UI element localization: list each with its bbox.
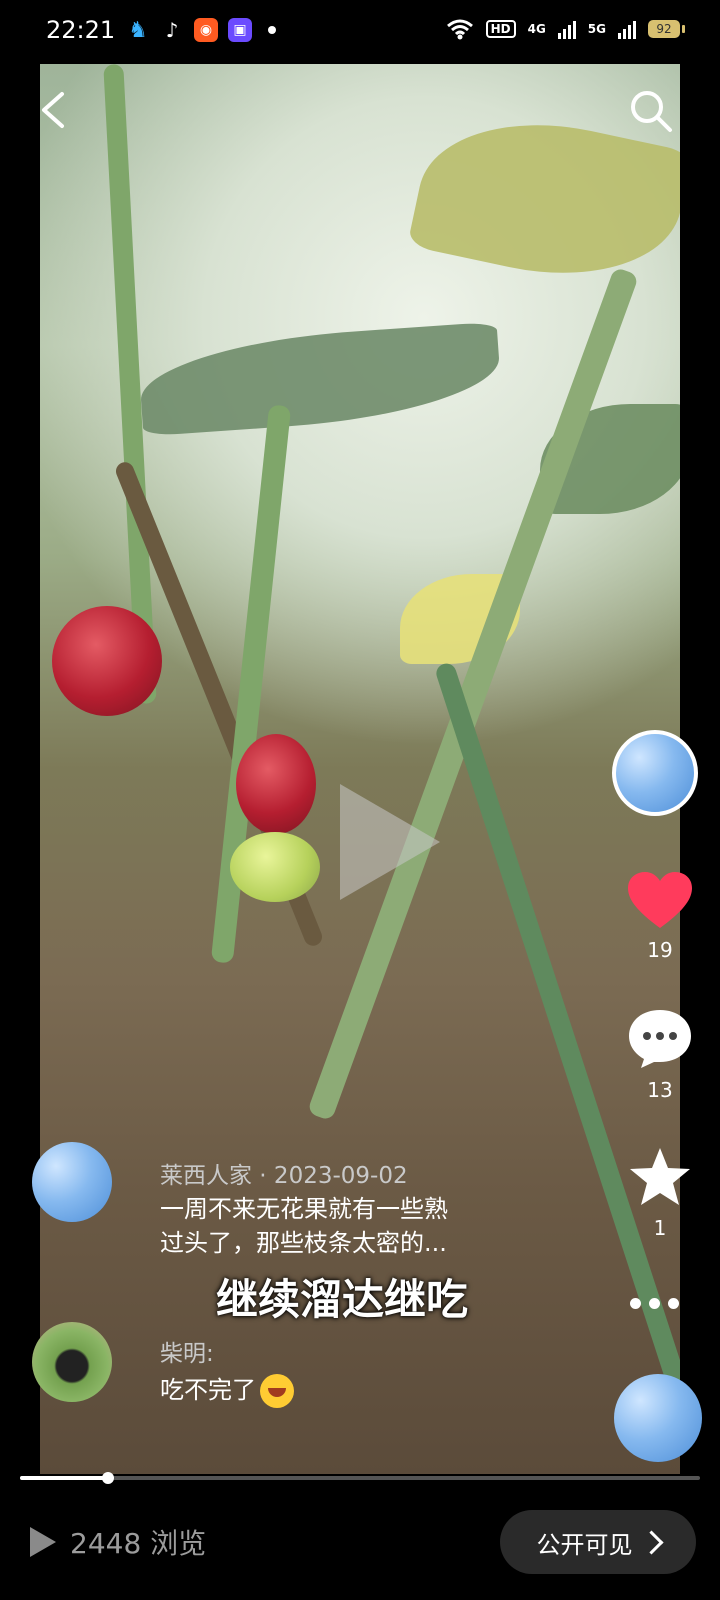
signal-4g-icon: [557, 19, 576, 39]
green-fig: [230, 832, 320, 902]
caption-text[interactable]: 一周不来无花果就有一些熟 过头了，那些枝条太密的...: [160, 1192, 520, 1260]
video-subtitle: 继续溜达继吃: [216, 1275, 469, 1324]
progress-fill: [20, 1476, 108, 1480]
comment-count: 13: [647, 1078, 673, 1102]
like-button[interactable]: 19: [620, 872, 700, 962]
play-icon[interactable]: [340, 784, 440, 900]
caption-author-date[interactable]: 莱西人家 · 2023-09-02: [160, 1156, 408, 1190]
comment-text[interactable]: 吃不完了: [160, 1370, 294, 1408]
weibo-icon: ◉: [194, 18, 218, 42]
tiktok-icon: ♪: [165, 18, 179, 42]
video-player[interactable]: [40, 64, 680, 1474]
network-5g-label: 5G: [587, 22, 606, 36]
commenter-avatar[interactable]: [32, 1322, 112, 1402]
battery-level: 92: [656, 22, 672, 36]
status-time: 22:21: [46, 16, 116, 44]
more-icon[interactable]: [630, 1298, 679, 1309]
caption-line-2: 过头了，那些枝条太密的...: [160, 1229, 447, 1257]
notification-dot-icon: [268, 26, 276, 34]
video-progress-bar[interactable]: [20, 1472, 700, 1484]
commenter-name: 柴明:: [160, 1341, 214, 1367]
wifi-icon: [446, 19, 473, 40]
caption-line-1: 一周不来无花果就有一些熟: [160, 1195, 448, 1223]
tieba-icon: ▣: [228, 18, 252, 42]
status-app-icons: ♞ ♪ ◉ ▣: [126, 17, 276, 43]
like-count: 19: [647, 938, 673, 962]
author-avatar[interactable]: [612, 730, 698, 816]
status-bar: 22:21 ♞ ♪ ◉ ▣ HD 4G 5G 92: [0, 0, 720, 64]
comment-icon: [629, 1010, 691, 1068]
chevron-right-icon: [638, 1529, 664, 1555]
progress-handle[interactable]: [102, 1472, 114, 1484]
heart-icon: [628, 872, 692, 928]
qq-icon: ♞: [128, 17, 148, 43]
visibility-button[interactable]: 公开可见: [500, 1510, 696, 1574]
network-4g-label: 4G: [527, 22, 546, 36]
laugh-emoji-icon: [260, 1374, 294, 1408]
hd-badge: HD: [485, 20, 516, 38]
favorite-count: 1: [653, 1216, 667, 1240]
visibility-label: 公开可见: [536, 1530, 633, 1559]
red-fig: [52, 606, 162, 716]
search-icon[interactable]: [628, 88, 674, 134]
music-avatar[interactable]: [614, 1374, 702, 1462]
comment-button[interactable]: 13: [620, 1008, 700, 1102]
signal-5g-icon: [618, 19, 636, 39]
caption-author-avatar[interactable]: [32, 1142, 112, 1222]
comment-body: 吃不完了: [160, 1376, 256, 1404]
red-fig: [236, 734, 316, 834]
battery-icon: 92: [648, 20, 685, 38]
leaf-shape: [137, 321, 503, 437]
status-indicators: HD 4G 5G 92: [446, 18, 685, 40]
back-arrow-icon[interactable]: [34, 88, 74, 132]
star-icon: [630, 1148, 690, 1205]
favorite-button[interactable]: 1: [620, 1146, 700, 1240]
play-icon: [30, 1527, 56, 1557]
view-count: 2448 浏览: [30, 1522, 206, 1562]
views-text: 2448 浏览: [70, 1527, 207, 1560]
